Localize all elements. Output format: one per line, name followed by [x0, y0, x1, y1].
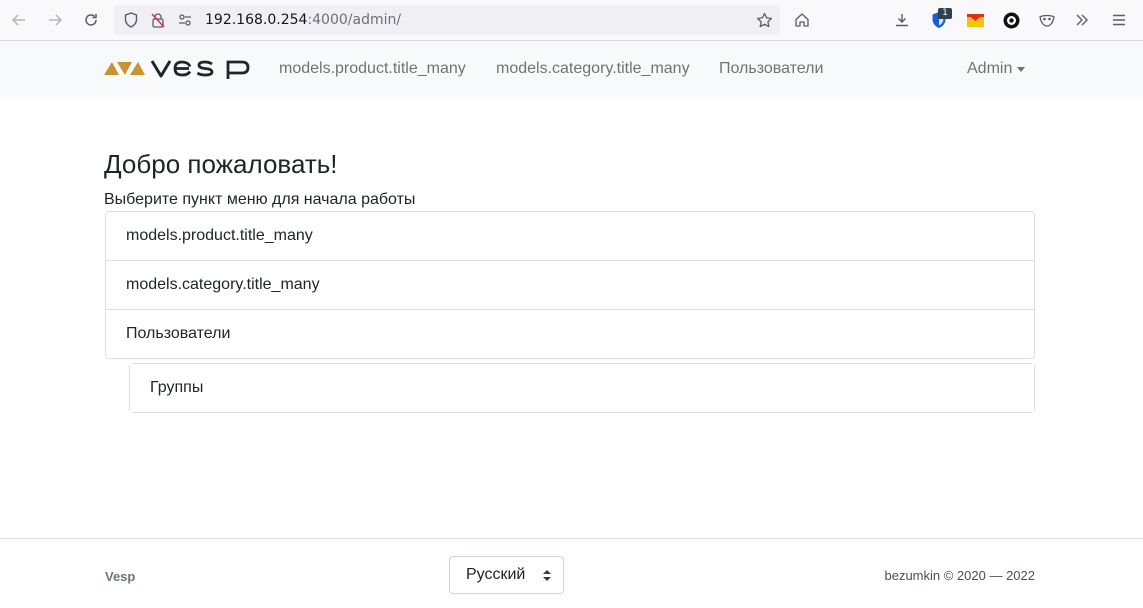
- bookmark-star-icon[interactable]: [755, 11, 773, 29]
- shield-icon[interactable]: [122, 11, 140, 29]
- overflow-chevrons-icon[interactable]: [1073, 11, 1091, 29]
- extension-badge: 1: [938, 8, 952, 19]
- hamburger-menu-icon[interactable]: [1110, 11, 1128, 29]
- forward-icon[interactable]: [46, 11, 64, 29]
- home-icon[interactable]: [793, 11, 811, 29]
- app-navbar: models.product.title_many models.categor…: [0, 41, 1143, 97]
- footer-brand[interactable]: Vesp: [105, 569, 135, 585]
- submenu-list: Группы: [129, 363, 1035, 413]
- select-arrows-icon: [543, 570, 551, 581]
- mask-extension-icon[interactable]: [1038, 11, 1056, 29]
- language-select[interactable]: Русский: [449, 556, 564, 594]
- url-path: :4000/admin/: [307, 12, 402, 28]
- caret-down-icon: [1017, 67, 1026, 72]
- page-subtitle: Выберите пункт меню для начала работы: [104, 191, 416, 208]
- back-icon[interactable]: [10, 11, 28, 29]
- menu-item-groups[interactable]: Группы: [130, 364, 1034, 412]
- language-select-value: Русский: [466, 566, 526, 583]
- insecure-lock-icon[interactable]: [149, 11, 167, 29]
- copyright-text: bezumkin © 2020 — 2022: [884, 568, 1035, 583]
- eye-extension-icon[interactable]: [1002, 11, 1020, 29]
- nav-link-users[interactable]: Пользователи: [719, 59, 823, 79]
- browser-toolbar: 192.168.0.254:4000/admin/ 1: [0, 0, 1143, 41]
- permissions-icon[interactable]: [176, 11, 194, 29]
- vesp-logo-icon: [104, 60, 250, 79]
- admin-dropdown-label: Admin: [967, 60, 1013, 77]
- menu-item-products[interactable]: models.product.title_many: [106, 212, 1034, 261]
- url-host: 192.168.0.254: [205, 12, 308, 28]
- reload-icon[interactable]: [82, 11, 100, 29]
- admin-dropdown[interactable]: Admin: [967, 59, 1026, 79]
- nav-link-categories[interactable]: models.category.title_many: [496, 59, 690, 79]
- footer: Vesp Русский bezumkin © 2020 — 2022: [0, 538, 1143, 608]
- mail-extension-icon[interactable]: [966, 12, 984, 28]
- nav-link-products[interactable]: models.product.title_many: [279, 59, 466, 79]
- page-title: Добро пожаловать!: [104, 149, 338, 179]
- menu-item-categories[interactable]: models.category.title_many: [106, 261, 1034, 310]
- menu-list: models.product.title_many models.categor…: [105, 211, 1035, 359]
- url-text: 192.168.0.254:4000/admin/: [205, 11, 401, 29]
- menu-item-users[interactable]: Пользователи: [106, 310, 1034, 358]
- downloads-icon[interactable]: [893, 11, 911, 29]
- brand-logo[interactable]: [104, 57, 256, 79]
